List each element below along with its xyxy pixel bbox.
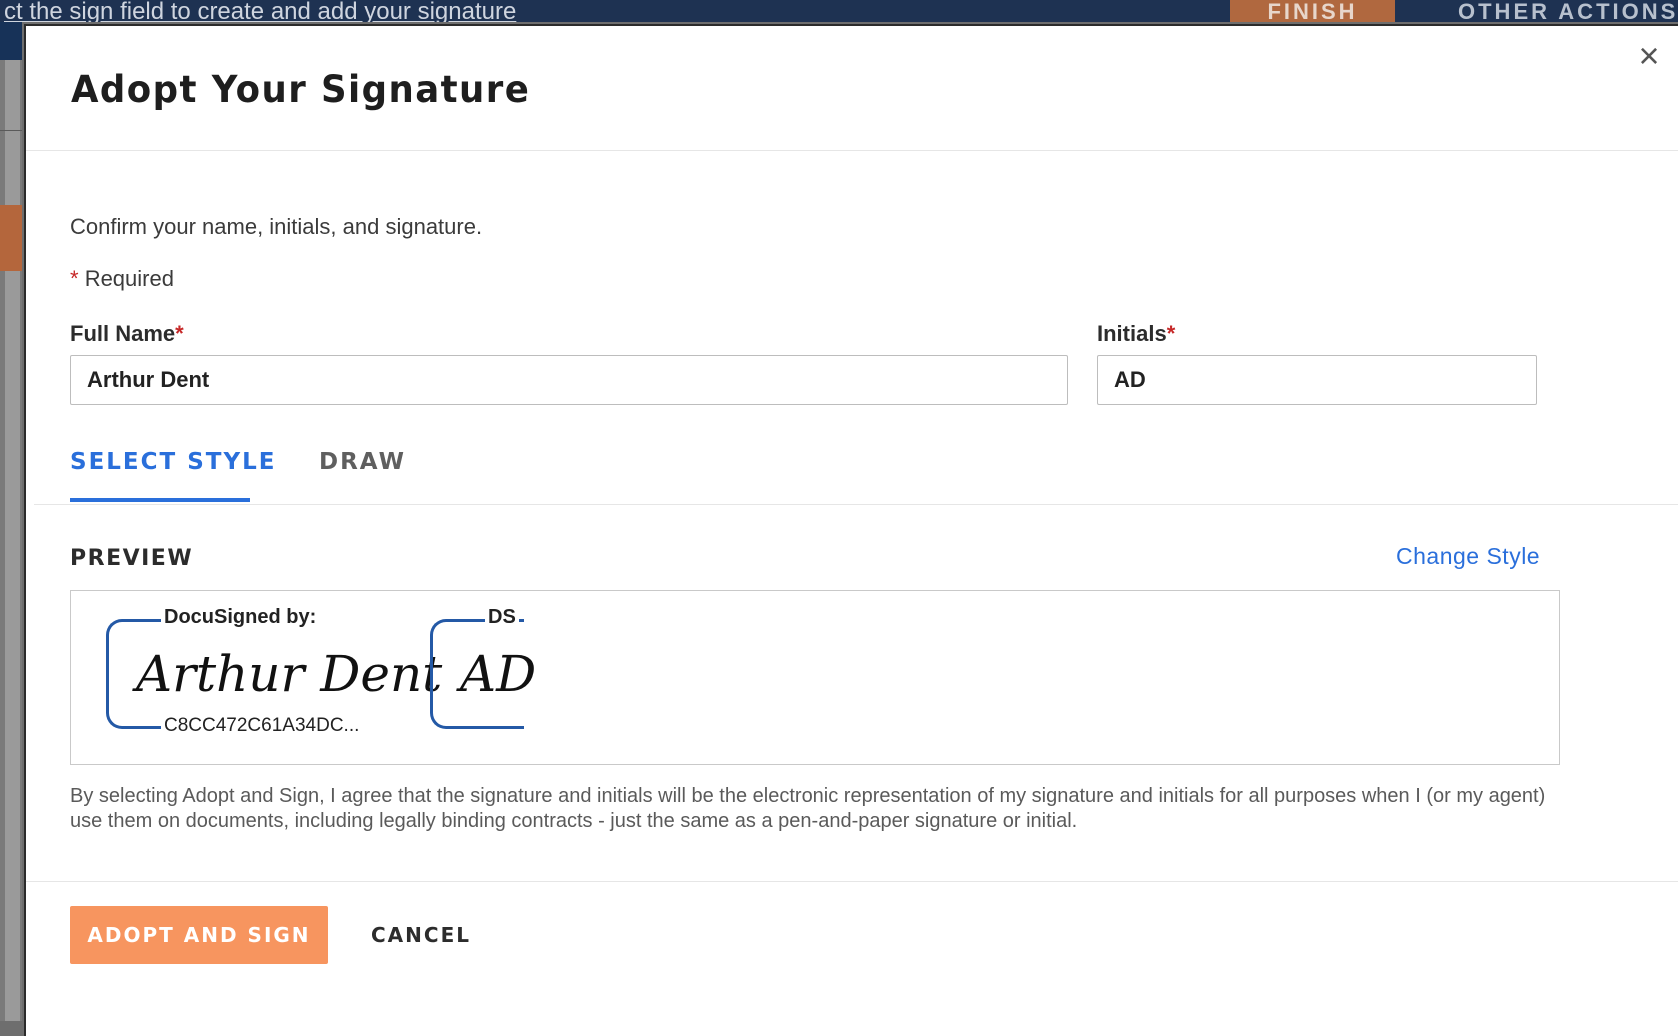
initials-required-asterisk: *: [1166, 321, 1176, 346]
required-label: Required: [84, 266, 174, 291]
dialog-title: Adopt Your Signature: [71, 68, 531, 111]
initials-header: DS: [485, 606, 519, 629]
required-asterisk: *: [70, 266, 79, 291]
initials-label: Initials*: [1097, 321, 1175, 347]
dialog-header: Adopt Your Signature ×: [26, 26, 1678, 151]
tabs-divider: [34, 504, 1678, 505]
required-note: * Required: [70, 266, 174, 292]
initials-script: AD: [460, 645, 537, 703]
full-name-required-asterisk: *: [175, 321, 184, 346]
background-other-actions-button: OTHER ACTIONS: [1458, 0, 1678, 22]
confirm-instructions: Confirm your name, initials, and signatu…: [70, 214, 483, 239]
initials-label-text: Initials: [1097, 321, 1167, 346]
initials-input[interactable]: [1097, 355, 1537, 405]
full-name-label: Full Name*: [70, 321, 184, 347]
change-style-link[interactable]: Change Style: [1396, 543, 1540, 570]
signature-id: C8CC472C61A34DC...: [161, 715, 363, 737]
background-instruction-text: ct the sign field to create and add your…: [4, 0, 517, 22]
tab-select-style[interactable]: SELECT STYLE: [70, 449, 277, 475]
background-finish-button: FINISH: [1230, 0, 1395, 22]
adopt-and-sign-button[interactable]: ADOPT AND SIGN: [70, 906, 328, 964]
background-strip: [0, 22, 22, 60]
cancel-button[interactable]: CANCEL: [356, 906, 486, 964]
full-name-label-text: Full Name: [70, 321, 176, 346]
tab-draw[interactable]: DRAW: [319, 449, 406, 475]
footer-divider: [26, 881, 1678, 882]
full-name-input[interactable]: [70, 355, 1068, 405]
background-toolbar: ct the sign field to create and add your…: [0, 0, 1678, 22]
preview-label: PREVIEW: [70, 546, 194, 571]
close-icon[interactable]: ×: [1631, 38, 1667, 74]
legal-disclaimer: By selecting Adopt and Sign, I agree tha…: [70, 785, 1546, 832]
background-sign-tab: [0, 205, 22, 271]
adopt-signature-dialog: Adopt Your Signature × Confirm your name…: [24, 24, 1678, 1036]
signature-header: DocuSigned by:: [161, 606, 320, 629]
signature-script: Arthur Dent: [136, 645, 443, 703]
signature-preview-box: DocuSigned by: Arthur Dent C8CC472C61A34…: [70, 590, 1560, 765]
background-divider: [0, 130, 22, 131]
active-tab-indicator: [70, 498, 250, 502]
